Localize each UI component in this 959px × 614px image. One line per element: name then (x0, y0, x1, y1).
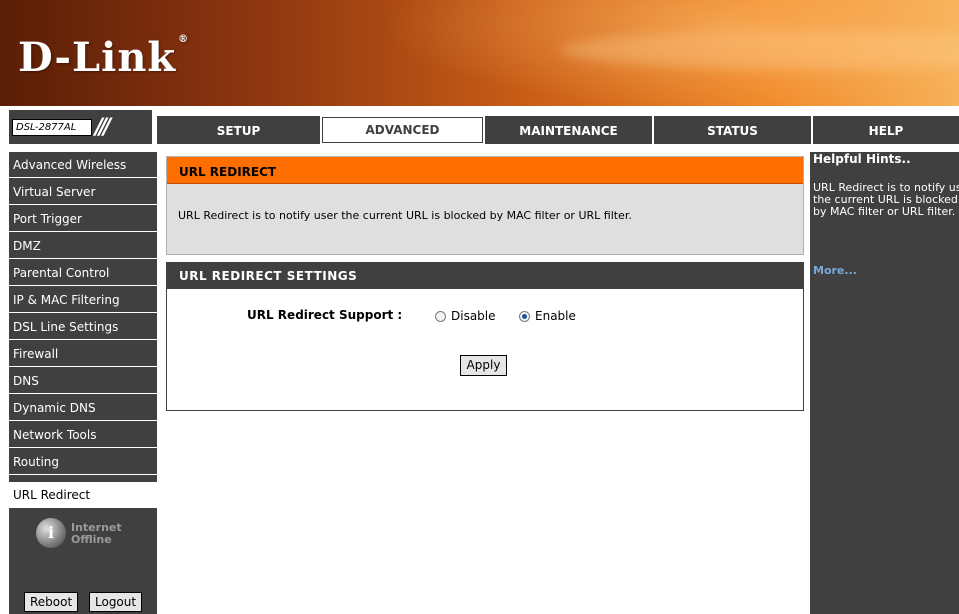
sidebar-item-dsl-line-settings[interactable]: DSL Line Settings (9, 314, 157, 340)
sidebar-item-dns[interactable]: DNS (9, 368, 157, 394)
url-redirect-settings-box: URL REDIRECT SETTINGS URL Redirect Suppo… (166, 262, 804, 411)
enable-label: Enable (535, 309, 576, 323)
logout-button[interactable]: Logout (89, 592, 143, 612)
hints-title: Helpful Hints.. (813, 152, 911, 166)
section-description: URL Redirect is to notify user the curre… (178, 209, 632, 222)
main-content: URL REDIRECT URL Redirect is to notify u… (157, 152, 810, 614)
helpful-hints-panel: Helpful Hints.. URL Redirect is to notif… (810, 152, 959, 614)
hints-text: URL Redirect is to notify user the curre… (813, 181, 959, 218)
reboot-button[interactable]: Reboot (24, 592, 79, 612)
logo-trademark: ® (178, 34, 190, 45)
status-i-glyph: i (48, 523, 55, 542)
dlink-logo: D-Link ® (18, 34, 189, 81)
internet-status: Internet Offline (71, 522, 122, 546)
sidebar-item-parental-control[interactable]: Parental Control (9, 260, 157, 286)
internet-status-icon: i (36, 518, 66, 548)
model-slashes: /// (95, 115, 111, 140)
sidebar-item-advanced-wireless[interactable]: Advanced Wireless (9, 152, 157, 178)
sidebar-item-routing[interactable]: Routing (9, 449, 157, 475)
model-label: DSL-2877AL (12, 119, 92, 136)
enable-radio[interactable] (519, 311, 530, 322)
settings-title: URL REDIRECT SETTINGS (167, 263, 803, 289)
sidebar-item-port-trigger[interactable]: Port Trigger (9, 206, 157, 232)
tab-status[interactable]: STATUS (654, 116, 811, 144)
sidebar-item-network-tools[interactable]: Network Tools (9, 422, 157, 448)
tab-help[interactable]: HELP (813, 116, 959, 144)
url-redirect-info-box: URL REDIRECT URL Redirect is to notify u… (166, 156, 804, 255)
logo-text: D-Link (18, 34, 177, 81)
sidebar-item-url-redirect[interactable]: URL Redirect (9, 482, 157, 508)
status-line-offline: Offline (71, 533, 112, 546)
header-banner: D-Link ® (0, 0, 959, 106)
sidebar-item-dmz[interactable]: DMZ (9, 233, 157, 259)
more-link[interactable]: More... (813, 264, 857, 277)
section-title: URL REDIRECT (167, 157, 803, 184)
tab-advanced[interactable]: ADVANCED (322, 117, 483, 143)
sidebar-item-firewall[interactable]: Firewall (9, 341, 157, 367)
sidebar-item-virtual-server[interactable]: Virtual Server (9, 179, 157, 205)
sidebar-item-ip-mac-filtering[interactable]: IP & MAC Filtering (9, 287, 157, 313)
sidebar: Advanced Wireless Virtual Server Port Tr… (9, 152, 157, 614)
support-label: URL Redirect Support : (247, 308, 403, 322)
disable-label: Disable (451, 309, 496, 323)
model-box: DSL-2877AL /// (9, 110, 152, 144)
tab-setup[interactable]: SETUP (157, 116, 320, 144)
sidebar-item-dynamic-dns[interactable]: Dynamic DNS (9, 395, 157, 421)
disable-radio[interactable] (435, 311, 446, 322)
tab-maintenance[interactable]: MAINTENANCE (485, 116, 652, 144)
apply-button[interactable]: Apply (460, 355, 507, 376)
